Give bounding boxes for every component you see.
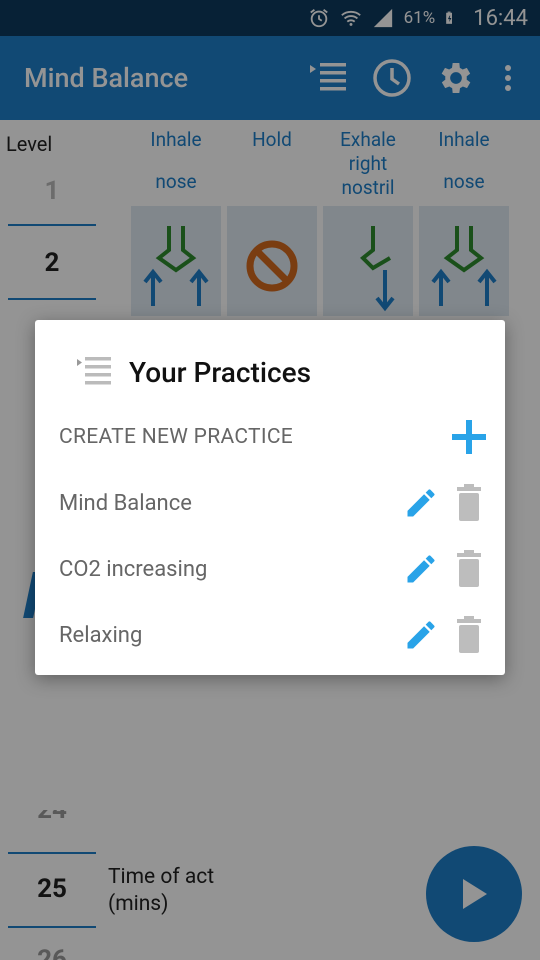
plus-icon — [452, 420, 486, 454]
practices-list-icon — [77, 357, 111, 385]
edit-practice-button[interactable] — [401, 615, 441, 655]
trash-icon — [457, 550, 481, 587]
practice-name: Relaxing — [59, 622, 143, 648]
pencil-icon — [407, 489, 435, 517]
dialog-title: Your Practices — [129, 355, 311, 389]
add-practice-button[interactable] — [449, 417, 489, 457]
trash-icon — [457, 616, 481, 653]
dialog-header: Your Practices — [75, 350, 311, 394]
practice-row[interactable]: Relaxing — [59, 610, 489, 660]
edit-practice-button[interactable] — [401, 549, 441, 589]
delete-practice-button[interactable] — [449, 615, 489, 655]
edit-practice-button[interactable] — [401, 483, 441, 523]
practices-dialog: Your Practices CREATE NEW PRACTICE Mind … — [35, 320, 505, 675]
practice-row[interactable]: Mind Balance — [59, 478, 489, 528]
pencil-icon — [407, 555, 435, 583]
create-new-practice-row[interactable]: CREATE NEW PRACTICE — [59, 412, 489, 462]
trash-icon — [457, 484, 481, 521]
delete-practice-button[interactable] — [449, 549, 489, 589]
create-new-practice-label: CREATE NEW PRACTICE — [59, 425, 294, 449]
practice-row[interactable]: CO2 increasing — [59, 544, 489, 594]
delete-practice-button[interactable] — [449, 483, 489, 523]
pencil-icon — [407, 621, 435, 649]
practice-name: Mind Balance — [59, 490, 192, 516]
practice-name: CO2 increasing — [59, 556, 208, 582]
